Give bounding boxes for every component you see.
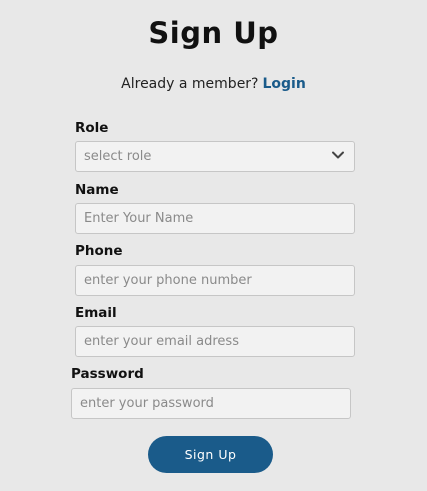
role-label: Role <box>75 120 109 136</box>
password-input[interactable] <box>71 388 351 419</box>
login-link[interactable]: Login <box>263 76 306 92</box>
role-select[interactable]: select role <box>75 141 355 172</box>
name-label: Name <box>75 182 119 198</box>
phone-label: Phone <box>75 243 123 259</box>
password-label: Password <box>71 366 144 382</box>
member-text: Already a member? <box>121 76 259 92</box>
sign-up-button[interactable]: Sign Up <box>148 436 273 473</box>
phone-input[interactable] <box>75 265 355 296</box>
name-input[interactable] <box>75 203 355 234</box>
member-prompt: Already a member? Login <box>0 76 427 92</box>
email-label: Email <box>75 305 117 321</box>
email-input[interactable] <box>75 326 355 357</box>
page-title: Sign Up <box>148 16 279 50</box>
chevron-down-icon <box>330 147 346 167</box>
role-select-value: select role <box>84 149 152 164</box>
